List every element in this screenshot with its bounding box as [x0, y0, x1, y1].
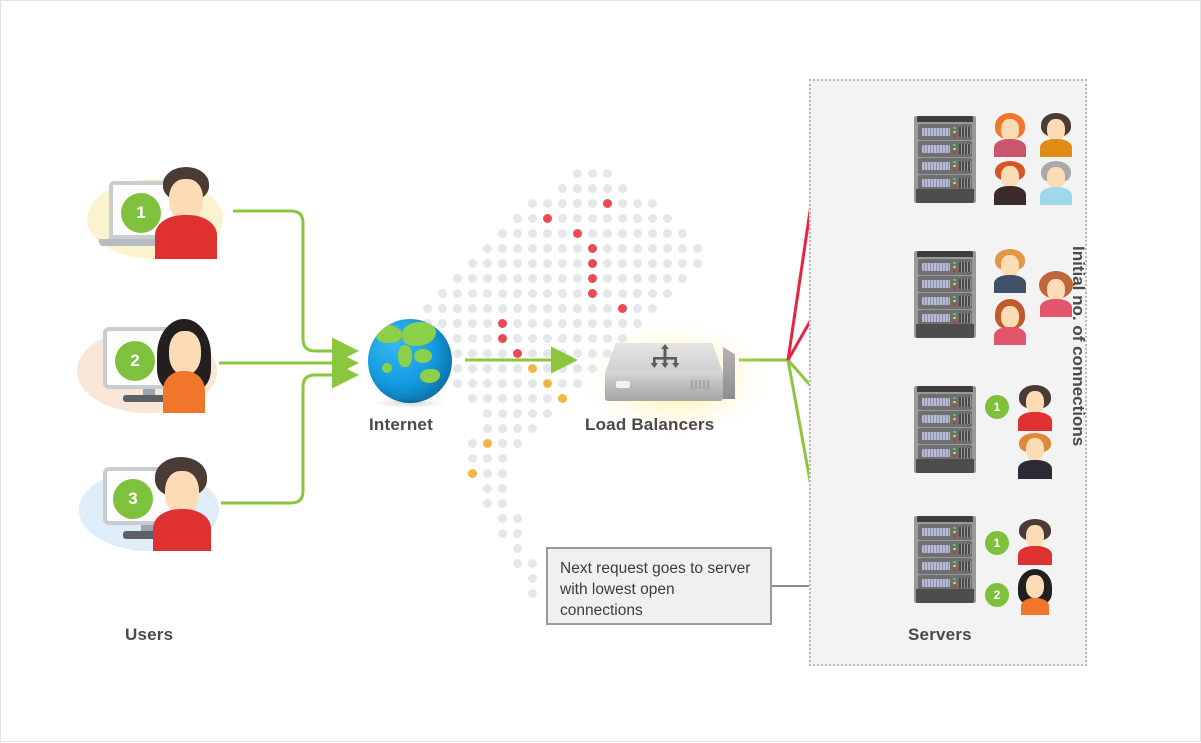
server-4-clients: 1 2	[985, 519, 1077, 615]
client-avatar	[991, 299, 1029, 345]
user-node-2[interactable]: 2	[73, 319, 233, 417]
load-balancer-side	[723, 347, 735, 399]
load-balancer-status-leds	[616, 381, 630, 388]
client-avatar	[1015, 569, 1055, 615]
user-avatar	[153, 167, 223, 259]
client-avatar	[991, 249, 1029, 293]
server-3-clients: 1	[985, 385, 1077, 479]
connection-badge: 1	[985, 395, 1009, 419]
server-rack-1[interactable]	[914, 116, 976, 203]
diagram-canvas: 1 2 3 Users Internet Load Balancers Next…	[0, 0, 1201, 742]
user-node-3[interactable]: 3	[75, 457, 235, 555]
server-rack-2[interactable]	[914, 251, 976, 338]
client-avatar	[991, 113, 1029, 157]
server-rack-4[interactable]	[914, 516, 976, 603]
connection-badge: 2	[985, 583, 1009, 607]
server-rack-3[interactable]	[914, 386, 976, 473]
user-avatar	[149, 319, 221, 413]
servers-section-label: Servers	[908, 625, 972, 644]
internet-globe-icon	[368, 319, 452, 408]
client-avatar	[991, 161, 1029, 205]
user-node-1[interactable]: 1	[81, 167, 241, 265]
connection-badge: 1	[985, 531, 1009, 555]
callout-box: Next request goes to server with lowest …	[546, 547, 772, 625]
server-1-clients	[991, 113, 1077, 205]
client-avatar	[1015, 433, 1055, 479]
user-avatar	[147, 457, 219, 551]
client-avatar	[1037, 161, 1075, 205]
client-avatar	[1015, 385, 1055, 431]
internet-label: Internet	[369, 415, 433, 434]
callout-text: Next request goes to server with lowest …	[560, 560, 751, 619]
client-avatar	[1037, 113, 1075, 157]
load-balancer-vent	[691, 380, 711, 389]
distribute-arrows-icon	[650, 344, 680, 368]
connections-axis-label: Initial no. of connections	[1069, 246, 1088, 447]
client-avatar	[1015, 519, 1055, 565]
users-section-label: Users	[125, 625, 174, 644]
load-balancers-label: Load Balancers	[585, 415, 715, 434]
server-2-clients	[991, 249, 1077, 345]
